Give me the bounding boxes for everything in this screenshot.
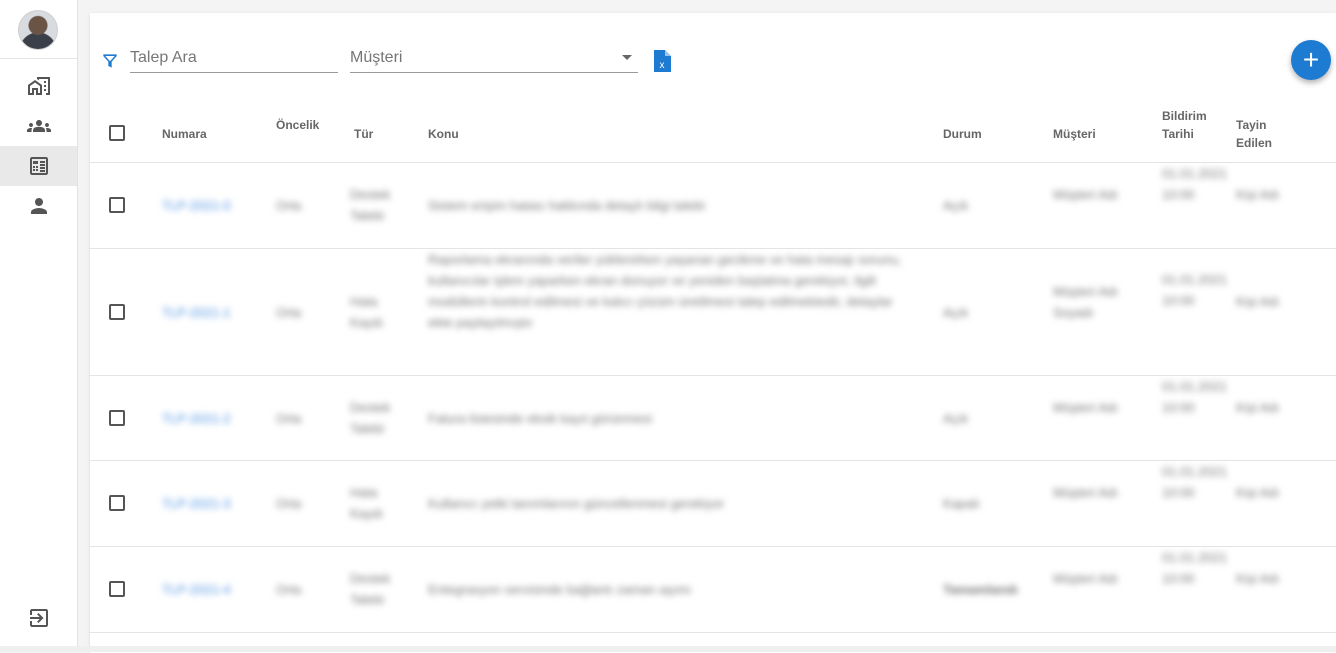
- type-cell: Destek Talebi: [350, 571, 391, 607]
- priority-cell: Orta: [276, 305, 302, 320]
- request-number-link[interactable]: TLP-2021-3: [162, 493, 231, 514]
- search-input[interactable]: [130, 49, 338, 67]
- people-group-icon: [26, 120, 51, 132]
- excel-export-icon[interactable]: x: [653, 50, 671, 72]
- assignee-cell: Kişi Adı: [1236, 187, 1280, 202]
- table-header: Numara Öncelik Tür Konu Durum Müşteri Bi…: [90, 106, 1336, 163]
- status-cell: Kapalı: [943, 496, 980, 511]
- table-row[interactable]: TLP-2021-1 Orta Hata Kaydı Raporlama ekr…: [90, 249, 1336, 376]
- row-checkbox[interactable]: [109, 495, 125, 511]
- calculator-icon: [29, 157, 48, 175]
- assignee-cell: Kişi Adı: [1236, 294, 1280, 309]
- type-cell: Hata Kaydı: [350, 294, 384, 330]
- column-header[interactable]: Tür: [354, 125, 373, 143]
- assignee-cell: Kişi Adı: [1236, 400, 1280, 415]
- avatar[interactable]: [18, 10, 58, 50]
- table-row[interactable]: TLP-2021-4 Orta Destek Talebi Entegrasyo…: [90, 547, 1336, 633]
- status-cell: Açık: [943, 305, 969, 320]
- search-field[interactable]: [130, 43, 338, 73]
- request-number-link[interactable]: TLP-2021-1: [162, 302, 231, 323]
- bottom-strip: [0, 646, 1336, 652]
- request-number-link[interactable]: TLP-2021-4: [162, 579, 231, 600]
- priority-cell: Orta: [276, 411, 302, 426]
- sidebar-divider: [0, 58, 77, 59]
- sidebar-item-team[interactable]: [0, 106, 77, 146]
- customer-select[interactable]: Müşteri: [350, 43, 638, 73]
- priority-cell: Orta: [276, 496, 302, 511]
- date-cell: 01.01.2021 10:00: [1162, 550, 1228, 586]
- type-cell: Hata Kaydı: [350, 485, 384, 521]
- date-cell: 01.01.2021 10:00: [1162, 464, 1228, 500]
- logout-icon: [29, 609, 48, 627]
- customer-cell: Müşteri Adı Soyadı: [1053, 284, 1119, 320]
- select-all-checkbox[interactable]: [109, 125, 125, 141]
- sidebar-item-profile[interactable]: [0, 186, 77, 226]
- date-cell: 01.01.2021 10:00: [1162, 379, 1228, 415]
- row-checkbox[interactable]: [109, 581, 125, 597]
- chevron-down-icon[interactable]: [622, 55, 632, 60]
- customer-cell: Müşteri Adı: [1053, 400, 1119, 415]
- column-header[interactable]: Bildirim Tarihi: [1162, 107, 1222, 143]
- sidebar-item-calculator[interactable]: [0, 146, 77, 186]
- sidebar-item-buildings[interactable]: [0, 66, 77, 106]
- status-cell: Tamamlandı: [943, 582, 1018, 597]
- subject-cell: Kullanıcı yetki tanımlarının güncellenme…: [428, 496, 725, 511]
- customer-select-label: Müşteri: [350, 49, 403, 66]
- assignee-cell: Kişi Adı: [1236, 485, 1280, 500]
- person-icon: [30, 198, 47, 214]
- row-checkbox[interactable]: [109, 197, 125, 213]
- subject-cell: Fatura listesinde eksik kayıt görünmesi: [428, 411, 652, 426]
- sidebar: [0, 0, 78, 646]
- column-header[interactable]: Konu: [428, 125, 459, 143]
- status-cell: Açık: [943, 198, 969, 213]
- logout-button[interactable]: [0, 598, 77, 638]
- column-header[interactable]: Numara: [162, 125, 207, 143]
- plus-icon: +: [1302, 44, 1320, 75]
- date-cell: 01.01.2021 10:00: [1162, 166, 1228, 202]
- request-number-link[interactable]: TLP-2021-0: [162, 195, 231, 216]
- subject-cell: Raporlama ekranında veriler yüklenirken …: [428, 252, 902, 330]
- column-header[interactable]: Durum: [943, 125, 982, 143]
- request-number-link[interactable]: TLP-2021-2: [162, 408, 231, 429]
- date-cell: 01.01.2021 10:00: [1162, 272, 1228, 308]
- svg-text:x: x: [660, 60, 665, 71]
- column-header[interactable]: Müşteri: [1053, 125, 1096, 143]
- row-checkbox[interactable]: [109, 410, 125, 426]
- subject-cell: Sistem erişim hatası hakkında detaylı bi…: [428, 198, 705, 213]
- assignee-cell: Kişi Adı: [1236, 571, 1280, 586]
- main-panel: Müşteri x + Numara Öncelik Tür Konu Duru…: [90, 13, 1336, 653]
- row-checkbox[interactable]: [109, 304, 125, 320]
- subject-cell: Entegrasyon servisinde bağlantı zaman aş…: [428, 582, 692, 597]
- toolbar: Müşteri x +: [90, 13, 1336, 106]
- customer-cell: Müşteri Adı: [1053, 571, 1119, 586]
- table-row[interactable]: TLP-2021-0 Orta Destek Talebi Sistem eri…: [90, 163, 1336, 249]
- column-header[interactable]: Tayin Edilen: [1236, 116, 1286, 152]
- table-row[interactable]: TLP-2021-2 Orta Destek Talebi Fatura lis…: [90, 376, 1336, 461]
- table-row[interactable]: TLP-2021-3 Orta Hata Kaydı Kullanıcı yet…: [90, 461, 1336, 547]
- column-header[interactable]: Öncelik: [276, 116, 319, 134]
- priority-cell: Orta: [276, 198, 302, 213]
- customer-cell: Müşteri Adı: [1053, 485, 1119, 500]
- buildings-icon: [27, 77, 50, 95]
- type-cell: Destek Talebi: [350, 187, 391, 223]
- priority-cell: Orta: [276, 582, 302, 597]
- status-cell: Açık: [943, 411, 969, 426]
- type-cell: Destek Talebi: [350, 400, 391, 436]
- filter-icon[interactable]: [100, 51, 120, 71]
- requests-table: Numara Öncelik Tür Konu Durum Müşteri Bi…: [90, 106, 1336, 633]
- add-request-button[interactable]: +: [1291, 40, 1331, 80]
- customer-cell: Müşteri Adı: [1053, 187, 1119, 202]
